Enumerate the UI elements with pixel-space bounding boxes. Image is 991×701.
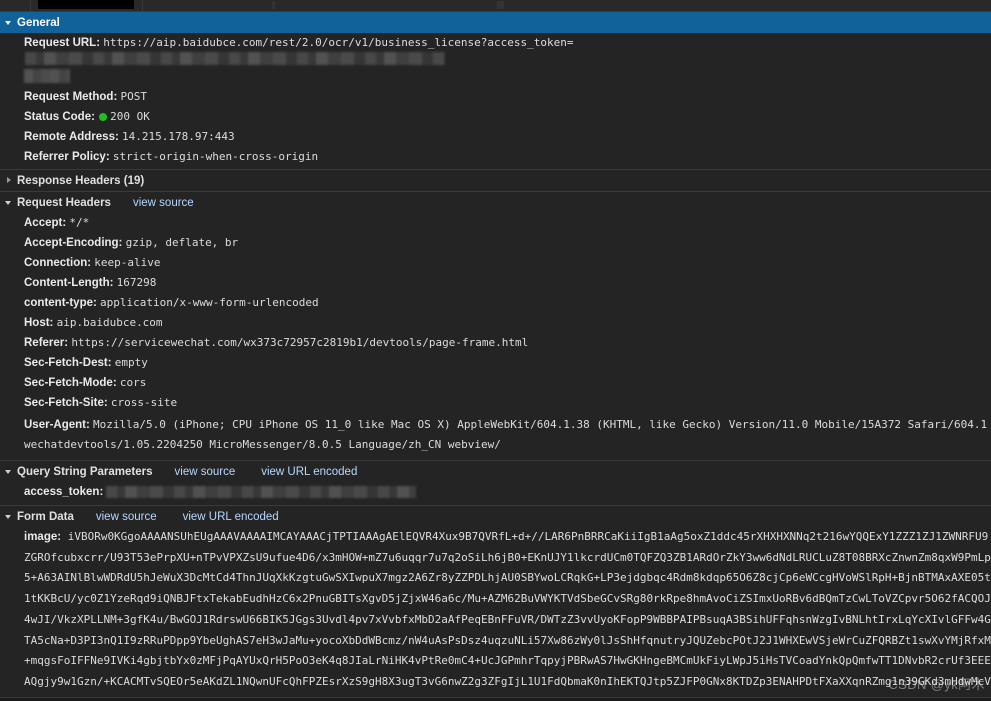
value-accept: */* — [69, 216, 90, 229]
row-referrer-policy: Referrer Policy: strict-origin-when-cros… — [0, 147, 991, 169]
section-title-request-headers: Request Headers — [17, 196, 111, 209]
row-accept-encoding: Accept-Encoding: gzip, deflate, br — [0, 233, 991, 253]
toolbar-glyph — [272, 1, 275, 9]
row-sec-fetch-dest: Sec-Fetch-Dest: empty — [0, 353, 991, 373]
view-source-link[interactable]: view source — [175, 466, 236, 478]
row-sec-fetch-site: Sec-Fetch-Site: cross-site — [0, 393, 991, 413]
triangle-down-icon — [5, 467, 14, 476]
row-image-base64: image: iVBORw0KGgoAAAANSUhEUgAAAVAAAAIMC… — [0, 527, 991, 701]
network-request-detail-panel[interactable]: General Request URL: https://aip.baidubc… — [0, 12, 991, 701]
section-header-form-data[interactable]: Form Data view source view URL encoded — [0, 505, 991, 527]
section-header-request-headers[interactable]: Request Headers view source — [0, 191, 991, 213]
value-connection: keep-alive — [94, 256, 161, 269]
row-sec-fetch-mode: Sec-Fetch-Mode: cors — [0, 373, 991, 393]
view-url-encoded-link[interactable]: view URL encoded — [183, 511, 279, 523]
view-url-encoded-link[interactable]: view URL encoded — [261, 466, 357, 478]
redacted-access-token — [25, 52, 445, 65]
section-header-response-headers[interactable]: Response Headers (19) — [0, 169, 991, 191]
key-status-code: Status Code: — [24, 111, 95, 123]
value-image-base64: iVBORw0KGgoAAAANSUhEUgAAAVAAAAIMCAYAAACj… — [24, 530, 991, 701]
value-request-method: POST — [120, 90, 147, 103]
devtools-toolbar-strip[interactable] — [0, 0, 991, 12]
row-remote-address: Remote Address: 14.215.178.97:443 — [0, 127, 991, 147]
section-title-query-string-parameters: Query String Parameters — [17, 465, 153, 478]
section-title-general: General — [17, 16, 60, 29]
triangle-down-icon — [5, 512, 14, 521]
toolbar-divider — [30, 0, 31, 11]
key-content-length: Content-Length: — [24, 277, 114, 289]
status-ok-dot-icon — [99, 113, 108, 121]
key-host: Host: — [24, 317, 54, 329]
key-request-method: Request Method: — [24, 91, 118, 103]
value-sec-fetch-dest: empty — [114, 356, 148, 369]
row-content-type: content-type: application/x-www-form-url… — [0, 293, 991, 313]
redacted-access-token-wrap — [24, 69, 70, 83]
active-tab-indicator[interactable] — [38, 0, 134, 9]
row-accept: Accept: */* — [0, 213, 991, 233]
value-host: aip.baidubce.com — [56, 316, 163, 329]
value-content-length: 167298 — [116, 276, 157, 289]
row-referer: Referer: https://servicewechat.com/wx373… — [0, 333, 991, 353]
row-request-url: Request URL: https://aip.baidubce.com/re… — [0, 33, 991, 87]
section-title-form-data: Form Data — [17, 510, 74, 523]
toolbar-glyph — [497, 1, 504, 9]
key-access-token: access_token: — [24, 486, 104, 498]
key-referrer-policy: Referrer Policy: — [24, 151, 110, 163]
triangle-down-icon — [5, 18, 14, 27]
row-connection: Connection: keep-alive — [0, 253, 991, 273]
value-sec-fetch-mode: cors — [119, 376, 147, 389]
value-referer: https://servicewechat.com/wx373c72957c28… — [71, 336, 529, 349]
value-sec-fetch-site: cross-site — [110, 396, 178, 409]
key-image: image: — [24, 531, 62, 543]
key-request-url: Request URL: — [24, 37, 101, 49]
value-status-code: 200 OK — [110, 110, 150, 123]
key-connection: Connection: — [24, 257, 92, 269]
row-request-method: Request Method: POST — [0, 87, 991, 107]
value-user-agent: Mozilla/5.0 (iPhone; CPU iPhone OS 11_0 … — [24, 418, 988, 451]
value-accept-encoding: gzip, deflate, br — [125, 236, 239, 249]
value-request-url: https://aip.baidubce.com/rest/2.0/ocr/v1… — [103, 36, 574, 49]
value-remote-address: 14.215.178.97:443 — [122, 130, 235, 143]
key-user-agent: User-Agent: — [24, 419, 90, 431]
key-accept-encoding: Accept-Encoding: — [24, 237, 123, 249]
value-referrer-policy: strict-origin-when-cross-origin — [112, 150, 319, 163]
row-user-agent: User-Agent: Mozilla/5.0 (iPhone; CPU iPh… — [0, 413, 991, 460]
key-sec-fetch-mode: Sec-Fetch-Mode: — [24, 377, 117, 389]
value-content-type: application/x-www-form-urlencoded — [100, 296, 319, 309]
section-header-query-string-parameters[interactable]: Query String Parameters view source view… — [0, 460, 991, 482]
triangle-right-icon — [5, 176, 14, 185]
view-source-link[interactable]: view source — [133, 197, 194, 209]
view-source-link[interactable]: view source — [96, 511, 157, 523]
section-header-general[interactable]: General — [0, 12, 991, 33]
redacted-access-token-value — [106, 486, 417, 498]
row-host: Host: aip.baidubce.com — [0, 313, 991, 333]
key-sec-fetch-dest: Sec-Fetch-Dest: — [24, 357, 112, 369]
row-content-length: Content-Length: 167298 — [0, 273, 991, 293]
panel-bottom-edge — [0, 697, 991, 701]
toolbar-divider — [142, 0, 143, 11]
section-title-response-headers: Response Headers (19) — [17, 174, 145, 187]
key-referer: Referer: — [24, 337, 69, 349]
row-access-token: access_token: — [0, 482, 991, 505]
key-accept: Accept: — [24, 217, 67, 229]
key-sec-fetch-site: Sec-Fetch-Site: — [24, 397, 108, 409]
key-remote-address: Remote Address: — [24, 131, 119, 143]
row-status-code: Status Code: 200 OK — [0, 107, 991, 127]
triangle-down-icon — [5, 198, 14, 207]
key-content-type: content-type: — [24, 297, 97, 309]
